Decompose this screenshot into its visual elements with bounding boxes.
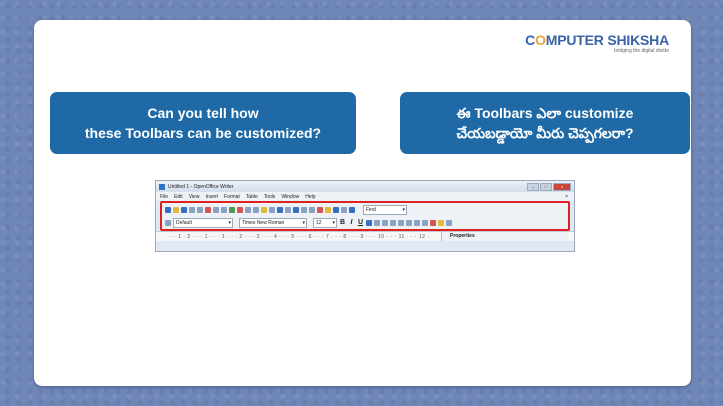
help-icon[interactable] bbox=[349, 206, 355, 213]
writer-title: Untitled 1 - OpenOffice Writer bbox=[168, 183, 234, 190]
question-english-line1: Can you tell how bbox=[147, 105, 259, 121]
question-telugu-line1: ఈ Toolbars ఎలా customize bbox=[456, 105, 634, 121]
writer-app-icon bbox=[159, 183, 165, 190]
menu-window[interactable]: Window bbox=[281, 194, 299, 200]
writer-titlebar: Untitled 1 - OpenOffice Writer – □ x bbox=[156, 181, 574, 192]
italic-button[interactable]: I bbox=[348, 219, 355, 226]
logo-text-rest: MPUTER SHIKSHA bbox=[545, 32, 669, 48]
copy-icon[interactable] bbox=[253, 206, 259, 213]
question-telugu-line2: చేయబడ్డాయో మీరు చెప్పగలరా? bbox=[456, 125, 634, 141]
align-right-icon[interactable] bbox=[382, 219, 388, 226]
styles-formatting-icon[interactable] bbox=[165, 219, 171, 226]
autospellcheck-icon[interactable] bbox=[237, 206, 243, 213]
question-telugu-box: ఈ Toolbars ఎలా customize చేయబడ్డాయో మీరు… bbox=[400, 92, 690, 154]
align-left-icon[interactable] bbox=[366, 219, 372, 226]
menu-edit[interactable]: Edit bbox=[174, 194, 183, 200]
increase-indent-icon[interactable] bbox=[422, 219, 428, 226]
numbering-icon[interactable] bbox=[398, 219, 404, 226]
clone-format-icon[interactable] bbox=[269, 206, 275, 213]
save-icon[interactable] bbox=[181, 206, 187, 213]
bold-button[interactable]: B bbox=[339, 219, 346, 226]
redo-icon[interactable] bbox=[285, 206, 291, 213]
gallery-icon[interactable] bbox=[333, 206, 339, 213]
font-color-icon[interactable] bbox=[430, 219, 436, 226]
standard-toolbar: Find bbox=[162, 203, 568, 216]
slide: COMPUTER SHIKSHA bridging the digital di… bbox=[34, 20, 691, 386]
paragraph-style-select[interactable]: Default bbox=[173, 217, 233, 228]
menu-view[interactable]: View bbox=[189, 194, 200, 200]
logo-text-c: C bbox=[525, 32, 536, 48]
cut-icon[interactable] bbox=[245, 206, 251, 213]
justify-icon[interactable] bbox=[390, 219, 396, 226]
show-draw-icon[interactable] bbox=[309, 206, 315, 213]
paste-icon[interactable] bbox=[261, 206, 267, 213]
decrease-indent-icon[interactable] bbox=[414, 219, 420, 226]
question-english-box: Can you tell how these Toolbars can be c… bbox=[50, 92, 356, 154]
font-name-select[interactable]: Times New Roman bbox=[239, 217, 307, 228]
export-pdf-icon[interactable] bbox=[205, 206, 211, 213]
menu-format[interactable]: Format bbox=[224, 194, 240, 200]
navigator-icon[interactable] bbox=[325, 206, 331, 213]
background-color-icon[interactable] bbox=[446, 219, 452, 226]
find-box[interactable]: Find bbox=[363, 204, 407, 215]
edit-file-icon[interactable] bbox=[197, 206, 203, 213]
hyperlink-icon[interactable] bbox=[293, 206, 299, 213]
menu-table[interactable]: Table bbox=[246, 194, 258, 200]
formatting-toolbar: Default Times New Roman 12 B I U bbox=[162, 216, 568, 229]
writer-window-screenshot: Untitled 1 - OpenOffice Writer – □ x Fil… bbox=[155, 180, 575, 252]
computer-shiksha-logo: COMPUTER SHIKSHA bridging the digital di… bbox=[525, 32, 669, 54]
bullets-icon[interactable] bbox=[406, 219, 412, 226]
menu-file[interactable]: File bbox=[160, 194, 168, 200]
undo-icon[interactable] bbox=[277, 206, 283, 213]
print-preview-icon[interactable] bbox=[221, 206, 227, 213]
table-icon[interactable] bbox=[301, 206, 307, 213]
align-center-icon[interactable] bbox=[374, 219, 380, 226]
logo-tagline: bridging the digital divide bbox=[613, 48, 669, 54]
maximize-icon[interactable]: □ bbox=[540, 182, 552, 191]
logo-text-o: O bbox=[535, 32, 546, 48]
menu-help[interactable]: Help bbox=[305, 194, 315, 200]
close-icon[interactable]: x bbox=[553, 182, 571, 191]
data-sources-icon[interactable] bbox=[341, 206, 347, 213]
spellcheck-icon[interactable] bbox=[229, 206, 235, 213]
toolbars-highlight: Find Default Times New Roman 12 B I U bbox=[160, 201, 570, 231]
print-icon[interactable] bbox=[213, 206, 219, 213]
ruler: · · 1 · 2 · · · 1 · · · 1 · · · 2 · · · … bbox=[156, 231, 574, 241]
underline-button[interactable]: U bbox=[357, 219, 364, 226]
menu-insert[interactable]: Insert bbox=[205, 194, 218, 200]
highlighting-icon[interactable] bbox=[438, 219, 444, 226]
question-english-line2: these Toolbars can be customized? bbox=[84, 125, 322, 141]
menu-tools[interactable]: Tools bbox=[264, 194, 276, 200]
ruler-marks: · · 1 · 2 · · · 1 · · · 1 · · · 2 · · · … bbox=[170, 233, 430, 240]
find-replace-icon[interactable] bbox=[317, 206, 323, 213]
writer-menubar: File Edit View Insert Format Table Tools… bbox=[156, 192, 574, 201]
new-icon[interactable] bbox=[165, 206, 171, 213]
font-size-select[interactable]: 12 bbox=[313, 217, 337, 228]
email-icon[interactable] bbox=[189, 206, 195, 213]
open-icon[interactable] bbox=[173, 206, 179, 213]
properties-sidebar-title: Properties bbox=[441, 232, 568, 241]
close-document-icon[interactable]: × bbox=[565, 194, 568, 200]
minimize-icon[interactable]: – bbox=[527, 182, 539, 191]
